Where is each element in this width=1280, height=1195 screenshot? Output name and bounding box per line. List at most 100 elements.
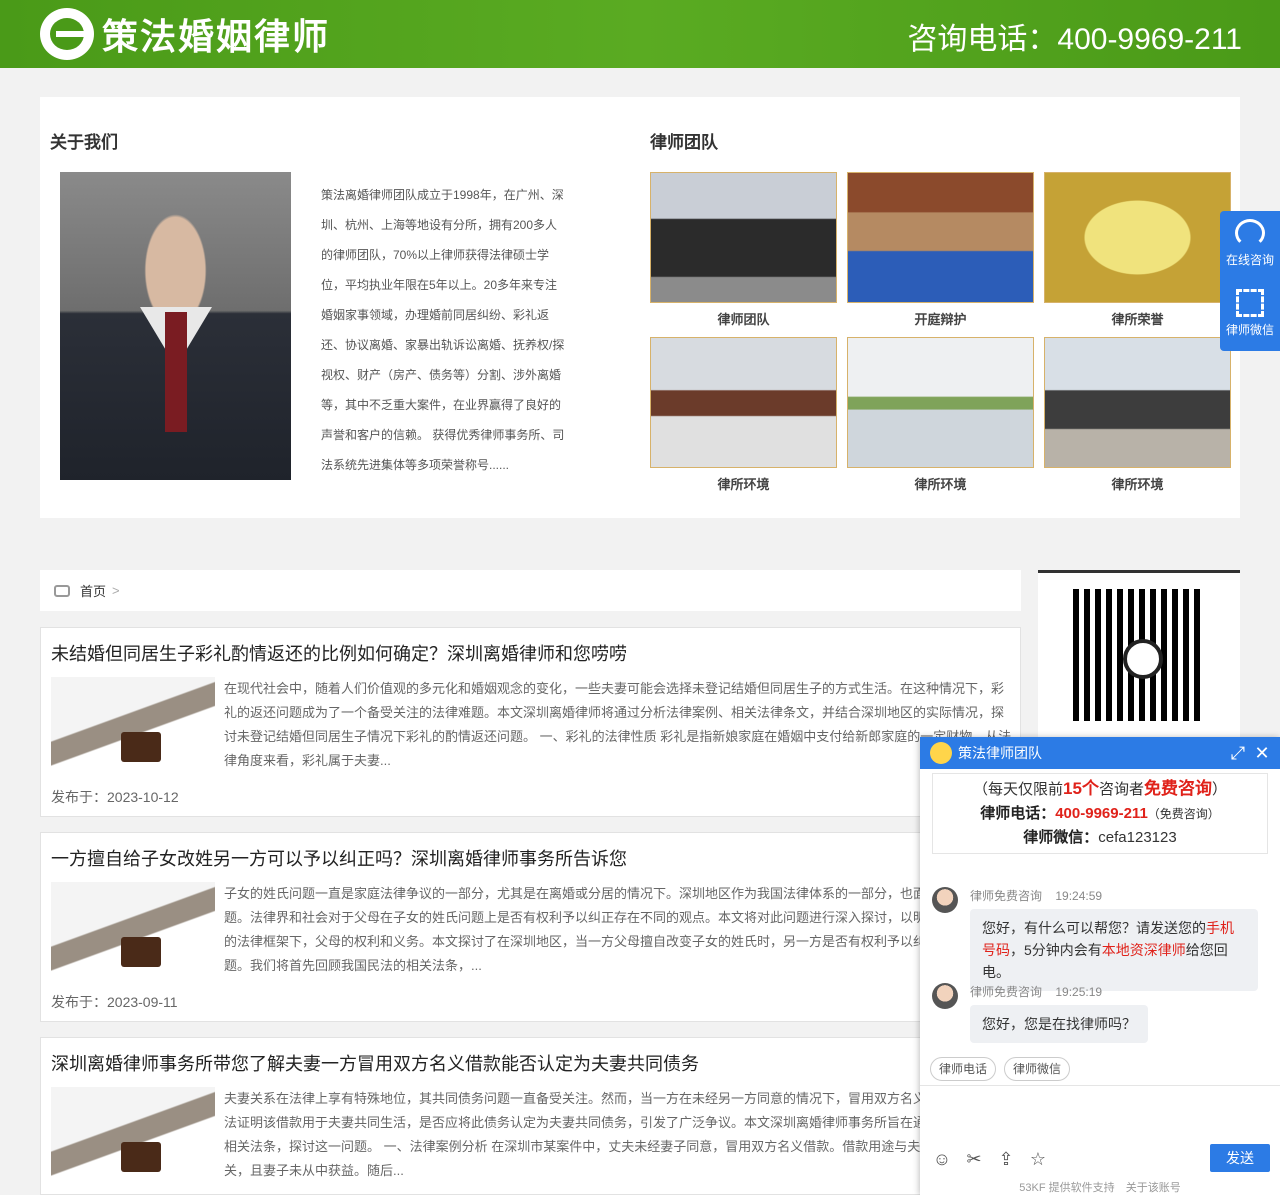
article-title[interactable]: 深圳离婚律师事务所带您了解夫妻一方冒用双方名义借款能否认定为夫妻共同债务	[51, 1050, 699, 1076]
meeting-room-photo[interactable]	[650, 337, 837, 468]
notice-middle: 咨询者	[1098, 781, 1144, 798]
message-highlight: 本地资深律师	[1101, 942, 1186, 958]
gallery-caption: 开庭辩护	[914, 312, 967, 327]
gallery-item-office-3[interactable]: 律所环境	[1044, 337, 1231, 493]
court-photo[interactable]	[847, 172, 1034, 303]
gallery-caption: 律所环境	[1111, 477, 1164, 492]
gallery-item-team[interactable]: 律师团队	[650, 172, 837, 328]
pointing-hand-icon	[54, 584, 70, 597]
folder-upload-icon[interactable]: ⇪	[996, 1149, 1016, 1169]
chat-logo-icon	[930, 742, 952, 764]
gallery-caption: 律所荣誉	[1111, 312, 1164, 327]
team-photo[interactable]	[650, 172, 837, 303]
notice-line-1: （每天仅限前15个咨询者免费咨询）	[933, 777, 1267, 802]
phone-number[interactable]: 400-9969-211	[1055, 805, 1148, 822]
notice-line-2: 律师电话：400-9969-211（免费咨询）	[933, 802, 1267, 826]
site-logo[interactable]: 策法婚姻律师	[40, 8, 330, 60]
gallery-item-office-1[interactable]: 律所环境	[650, 337, 837, 493]
office-photo[interactable]	[847, 337, 1034, 468]
chat-input[interactable]	[920, 1085, 1280, 1141]
agent-avatar	[932, 983, 958, 1009]
message-time: 19:25:19	[1055, 985, 1103, 999]
breadcrumb: 首页 >	[40, 570, 1021, 611]
message-text: 您好，有什么可以帮您？请发送您的	[982, 920, 1206, 936]
article-summary: 在现代社会中，随着人们价值观的多元化和婚姻观念的变化，一些夫妻可能会选择未登记结…	[224, 681, 1012, 768]
message-meta: 律师免费咨询 19:24:59	[970, 887, 1102, 904]
headset-icon	[1235, 219, 1265, 247]
quick-reply-wechat[interactable]: 律师微信	[1004, 1057, 1071, 1081]
message-meta: 律师免费咨询 19:25:19	[970, 983, 1102, 1000]
chat-header: 策法律师团队 ⤢ ✕	[920, 737, 1280, 769]
star-icon[interactable]: ☆	[1028, 1149, 1048, 1169]
gallery-item-honor[interactable]: 律所荣誉	[1044, 172, 1231, 328]
site-header: 策法婚姻律师 咨询电话：400-9969-211	[0, 0, 1280, 68]
chat-footer: 53KF 提供软件支持 关于该账号	[920, 1179, 1280, 1195]
message-time: 19:24:59	[1055, 889, 1103, 903]
close-icon[interactable]: ✕	[1252, 743, 1272, 763]
notice-number: 15个	[1063, 779, 1099, 798]
article-thumbnail[interactable]	[51, 1087, 215, 1187]
article-title[interactable]: 未结婚但同居生子彩礼酌情返还的比例如何确定？深圳离婚律师和您唠唠	[51, 640, 627, 666]
gallery-caption: 律所环境	[717, 477, 770, 492]
gallery-item-court[interactable]: 开庭辩护	[847, 172, 1034, 328]
honor-photo[interactable]	[1044, 172, 1231, 303]
powered-by: 53KF 提供软件支持	[1019, 1182, 1115, 1194]
brand-name: 策法婚姻律师	[102, 16, 331, 57]
notice-line-3: 律师微信：cefa123123	[933, 826, 1267, 850]
about-account-link[interactable]: 关于该账号	[1126, 1182, 1181, 1194]
article-card: 未结婚但同居生子彩礼酌情返还的比例如何确定？深圳离婚律师和您唠唠 在现代社会中，…	[40, 627, 1021, 817]
hotline-text: 咨询电话：400-9969-211	[907, 23, 1242, 56]
message-sender: 律师免费咨询	[970, 985, 1043, 999]
logo-mark-icon	[40, 8, 94, 60]
message-bubble: 您好，有什么可以帮您？请发送您的手机号码，5分钟内会有本地资深律师给您回电。	[970, 909, 1258, 991]
about-title: 关于我们	[50, 133, 118, 152]
article-summary: 子女的姓氏问题一直是家庭法律争议的一部分，尤其是在离婚或分居的情况下。深圳地区作…	[224, 886, 1005, 973]
lawyer-portrait	[60, 172, 291, 480]
article-thumbnail[interactable]	[51, 677, 215, 777]
quick-reply-phone[interactable]: 律师电话	[930, 1057, 997, 1081]
portrait-tie	[165, 312, 187, 432]
floating-contact-tab: 在线咨询 律师微信	[1220, 211, 1280, 351]
chat-widget: 策法律师团队 ⤢ ✕ （每天仅限前15个咨询者免费咨询） 律师电话：400-99…	[920, 737, 1280, 1195]
message-sender: 律师免费咨询	[970, 889, 1043, 903]
about-text: 策法离婚律师团队成立于1998年，在广州、深圳、杭州、上海等地设有分所，拥有20…	[321, 188, 565, 472]
online-consult-button[interactable]: 在线咨询	[1220, 211, 1280, 281]
phone-note: （免费咨询）	[1147, 807, 1220, 821]
article-card: 深圳离婚律师事务所带您了解夫妻一方冒用双方名义借款能否认定为夫妻共同债务 夫妻关…	[40, 1037, 1021, 1195]
notice-suffix: ）	[1211, 781, 1227, 798]
gallery-caption: 律所环境	[914, 477, 967, 492]
lawyer-wechat-button[interactable]: 律师微信	[1220, 281, 1280, 351]
scissors-icon[interactable]: ✂	[964, 1149, 984, 1169]
breadcrumb-home-link[interactable]: 首页	[80, 581, 106, 600]
message-text: ，5分钟内会有	[1010, 942, 1102, 958]
wechat-label: 律师微信：	[1023, 829, 1099, 846]
lawyer-wechat-label: 律师微信	[1225, 323, 1274, 337]
breadcrumb-separator: >	[112, 583, 120, 598]
notice-prefix: （每天仅限前	[973, 781, 1064, 798]
chat-notice: （每天仅限前15个咨询者免费咨询） 律师电话：400-9969-211（免费咨询…	[932, 773, 1268, 854]
about-section: 关于我们 策法离婚律师团队成立于1998年，在广州、深圳、杭州、上海等地设有分所…	[40, 97, 1240, 518]
article-card: 一方擅自给子女改姓另一方可以予以纠正吗？深圳离婚律师事务所告诉您 子女的姓氏问题…	[40, 832, 1021, 1022]
article-date: 发布于：2023-10-12	[51, 789, 179, 805]
lounge-photo[interactable]	[1044, 337, 1231, 468]
article-thumbnail[interactable]	[51, 882, 215, 982]
emoji-icon[interactable]: ☺	[932, 1149, 952, 1169]
team-title: 律师团队	[650, 133, 718, 152]
qr-code-icon	[1236, 289, 1264, 317]
article-summary: 夫妻关系在法律上享有特殊地位，其共同债务问题一直备受关注。然而，当一方在未经另一…	[224, 1091, 1005, 1178]
notice-free: 免费咨询	[1143, 779, 1212, 798]
gallery-item-office-2[interactable]: 律所环境	[847, 337, 1034, 493]
article-date: 发布于：2023-09-11	[51, 994, 178, 1010]
wechat-qr-panel	[1038, 570, 1240, 740]
agent-avatar	[932, 887, 958, 913]
wechat-id: cefa123123	[1098, 829, 1177, 846]
expand-icon[interactable]: ⤢	[1228, 743, 1248, 763]
gallery-caption: 律师团队	[717, 312, 770, 327]
article-title[interactable]: 一方擅自给子女改姓另一方可以予以纠正吗？深圳离婚律师事务所告诉您	[51, 845, 627, 871]
online-consult-label: 在线咨询	[1225, 253, 1274, 267]
wechat-qr-code	[1073, 589, 1205, 721]
chat-title: 策法律师团队	[958, 745, 1042, 761]
phone-label: 律师电话：	[980, 805, 1056, 822]
send-button[interactable]: 发送	[1210, 1144, 1270, 1172]
message-bubble: 您好，您是在找律师吗？	[970, 1005, 1148, 1043]
